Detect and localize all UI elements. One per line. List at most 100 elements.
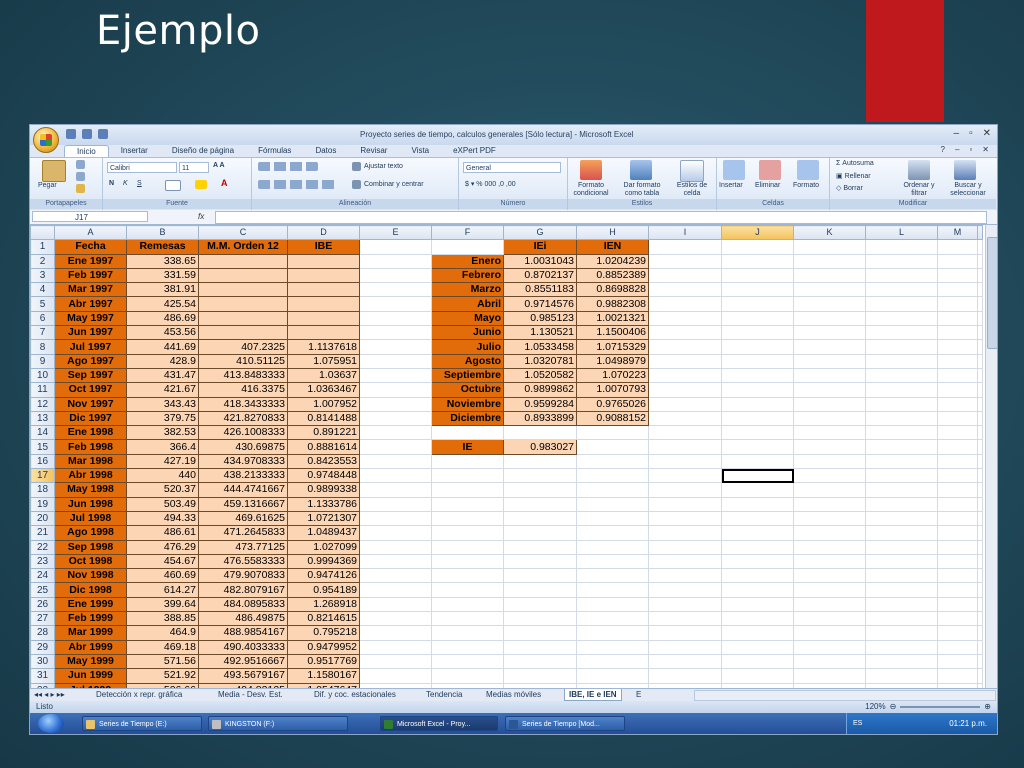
cell[interactable] <box>503 453 577 470</box>
value-cell[interactable]: 484.0895833 <box>198 596 288 613</box>
cell[interactable] <box>793 482 866 498</box>
cell[interactable] <box>359 625 432 641</box>
cell[interactable] <box>721 496 794 512</box>
month-cell[interactable]: Marzo <box>431 282 504 298</box>
cell[interactable] <box>359 367 432 384</box>
conditional-format-icon[interactable] <box>580 160 602 180</box>
cell[interactable] <box>359 296 432 312</box>
column-header[interactable]: E <box>359 225 432 241</box>
cell[interactable] <box>576 425 649 441</box>
cell[interactable] <box>431 539 504 555</box>
cell[interactable] <box>721 482 794 498</box>
cell[interactable] <box>721 253 794 269</box>
index-cell[interactable]: 0.9088152 <box>576 410 649 427</box>
cell[interactable] <box>793 468 866 484</box>
date-cell[interactable]: Jun 1997 <box>54 325 127 341</box>
cell[interactable] <box>865 568 938 584</box>
cell[interactable] <box>431 568 504 584</box>
value-cell[interactable]: 493.5679167 <box>198 668 288 684</box>
underline-button[interactable]: S <box>137 180 142 187</box>
bold-button[interactable]: N <box>109 180 114 187</box>
cell[interactable] <box>793 382 866 398</box>
date-cell[interactable]: Abr 1997 <box>54 296 127 312</box>
cell[interactable] <box>576 611 649 627</box>
cell[interactable] <box>503 525 577 541</box>
cell[interactable] <box>721 425 794 441</box>
cell[interactable] <box>721 325 794 341</box>
cell[interactable] <box>503 496 577 512</box>
cell[interactable] <box>503 596 577 613</box>
value-cell[interactable]: 571.56 <box>126 653 199 670</box>
cell[interactable] <box>865 625 938 641</box>
cell[interactable] <box>977 439 983 455</box>
ribbon-tab[interactable]: Diseño de página <box>160 145 246 157</box>
workbook-restore-icon[interactable]: ▫ <box>969 145 972 154</box>
cell[interactable] <box>865 325 938 341</box>
cell[interactable] <box>359 653 432 670</box>
row-header[interactable]: 2 <box>30 253 55 269</box>
row-header[interactable]: 5 <box>30 296 55 312</box>
row-header[interactable]: 18 <box>30 482 55 498</box>
value-cell[interactable]: 0.9899338 <box>287 482 360 498</box>
value-cell[interactable]: 521.92 <box>126 668 199 684</box>
cell[interactable] <box>937 439 978 455</box>
cell[interactable] <box>793 325 866 341</box>
cell[interactable] <box>503 668 577 684</box>
cell[interactable] <box>431 453 504 470</box>
cell[interactable] <box>977 425 983 441</box>
cell[interactable] <box>503 582 577 598</box>
cell[interactable] <box>359 282 432 298</box>
cell[interactable] <box>576 496 649 512</box>
index-cell[interactable]: 1.0715329 <box>576 339 649 355</box>
date-cell[interactable]: Ene 1997 <box>54 253 127 269</box>
ribbon-tab[interactable]: Datos <box>303 145 348 157</box>
value-cell[interactable]: 0.9994369 <box>287 553 360 570</box>
cell[interactable] <box>937 468 978 484</box>
cell[interactable] <box>793 568 866 584</box>
row-header[interactable]: 6 <box>30 310 55 327</box>
value-cell[interactable]: 1.0363467 <box>287 382 360 398</box>
cell[interactable] <box>648 553 722 570</box>
cell[interactable] <box>648 525 722 541</box>
cell[interactable] <box>937 367 978 384</box>
date-cell[interactable]: Dic 1997 <box>54 410 127 427</box>
cell[interactable] <box>721 525 794 541</box>
cell[interactable] <box>721 539 794 555</box>
date-cell[interactable]: Ago 1998 <box>54 525 127 541</box>
value-cell[interactable]: 331.59 <box>126 267 199 284</box>
row-header[interactable]: 10 <box>30 367 55 384</box>
row-header[interactable]: 3 <box>30 267 55 284</box>
workbook-minimize-icon[interactable]: – <box>955 145 959 154</box>
value-cell[interactable]: 427.19 <box>126 453 199 470</box>
cell[interactable] <box>977 453 983 470</box>
value-cell[interactable]: 366.4 <box>126 439 199 455</box>
office-button[interactable] <box>33 127 59 153</box>
value-cell[interactable]: 425.54 <box>126 296 199 312</box>
cell[interactable] <box>721 282 794 298</box>
cell[interactable] <box>865 282 938 298</box>
cell[interactable] <box>793 496 866 512</box>
cell[interactable] <box>865 653 938 670</box>
value-cell[interactable]: 1.1333786 <box>287 496 360 512</box>
month-cell[interactable]: Noviembre <box>431 396 504 412</box>
cell[interactable] <box>359 568 432 584</box>
value-cell[interactable]: 0.8214615 <box>287 611 360 627</box>
cell[interactable] <box>431 239 504 255</box>
cell[interactable] <box>648 539 722 555</box>
value-cell[interactable]: 453.56 <box>126 325 199 341</box>
month-cell[interactable]: Julio <box>431 339 504 355</box>
find-select-button[interactable]: Buscar y seleccionar <box>942 182 994 198</box>
cell[interactable] <box>937 282 978 298</box>
value-cell[interactable]: 520.37 <box>126 482 199 498</box>
workbook-close-icon[interactable]: ✕ <box>982 145 989 154</box>
value-cell[interactable]: 482.8079167 <box>198 582 288 598</box>
cell[interactable] <box>865 468 938 484</box>
cell[interactable] <box>865 611 938 627</box>
value-cell[interactable]: 0.8141488 <box>287 410 360 427</box>
cell[interactable] <box>431 596 504 613</box>
cell[interactable] <box>648 611 722 627</box>
zoom-slider[interactable] <box>900 706 981 708</box>
value-cell[interactable]: 399.64 <box>126 596 199 613</box>
cell[interactable] <box>937 339 978 355</box>
insert-cells-button[interactable]: Insertar <box>719 182 743 190</box>
